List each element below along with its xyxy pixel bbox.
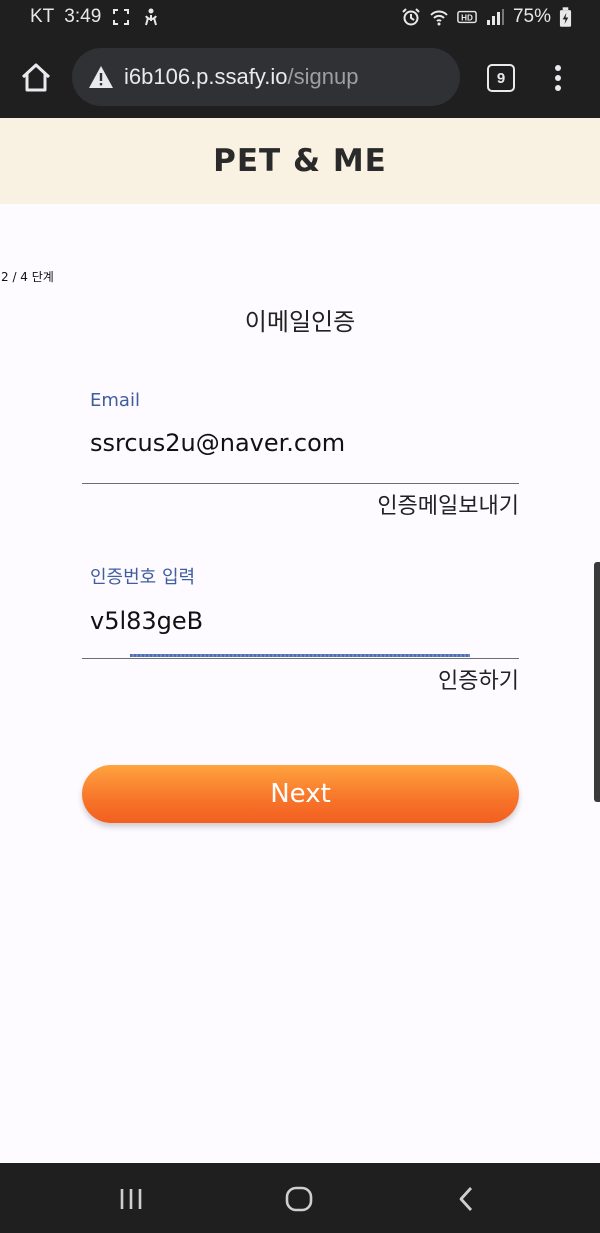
signal-icon bbox=[486, 9, 504, 25]
warning-icon[interactable] bbox=[88, 65, 114, 89]
code-underline bbox=[82, 658, 519, 659]
email-label: Email bbox=[90, 390, 140, 411]
battery-label: 75% bbox=[512, 6, 551, 27]
accessibility-icon bbox=[145, 8, 158, 26]
app-title[interactable]: PET & ME bbox=[213, 143, 387, 179]
next-button[interactable]: Next bbox=[82, 765, 519, 823]
email-field-group: Email 인증메일보내기 bbox=[82, 390, 519, 520]
code-label: 인증번호 입력 bbox=[90, 567, 196, 588]
status-left: KT 3:49 bbox=[30, 6, 161, 28]
status-right: HD 75% bbox=[401, 6, 572, 28]
address-bar[interactable]: i6b106.p.ssafy.io/signup bbox=[72, 48, 460, 106]
browser-toolbar: i6b106.p.ssafy.io/signup 9 bbox=[0, 38, 600, 118]
url-path: /signup bbox=[287, 64, 359, 89]
clock: 3:49 bbox=[64, 6, 102, 27]
email-underline bbox=[82, 483, 519, 484]
svg-text:HD: HD bbox=[461, 14, 473, 23]
verification-code-field[interactable] bbox=[82, 603, 519, 639]
home-circle-icon[interactable] bbox=[281, 1181, 317, 1217]
recents-icon[interactable] bbox=[113, 1181, 149, 1217]
hd-icon: HD bbox=[457, 10, 477, 24]
step-indicator: 2 / 4 단계 bbox=[1, 270, 54, 284]
code-field-group: 인증번호 입력 인증하기 bbox=[82, 563, 519, 695]
verify-button[interactable]: 인증하기 bbox=[438, 663, 519, 695]
wifi-icon bbox=[430, 10, 448, 26]
more-vert-icon[interactable] bbox=[546, 62, 570, 94]
battery-icon bbox=[559, 6, 572, 27]
system-nav-bar bbox=[0, 1163, 600, 1233]
email-field[interactable] bbox=[82, 425, 519, 461]
alarm-icon bbox=[402, 8, 420, 26]
url-text[interactable]: i6b106.p.ssafy.io/signup bbox=[124, 64, 358, 90]
input-focus-underline bbox=[130, 654, 470, 657]
url-host: i6b106.p.ssafy.io bbox=[124, 64, 288, 89]
carrier-label: KT bbox=[30, 6, 55, 27]
back-icon[interactable] bbox=[449, 1181, 485, 1217]
screenshot-icon bbox=[113, 9, 130, 25]
page-title: 이메일인증 bbox=[244, 308, 356, 336]
status-bar: KT 3:49 HD 75% bbox=[0, 0, 600, 38]
send-verification-email-button[interactable]: 인증메일보내기 bbox=[377, 488, 519, 520]
home-icon[interactable] bbox=[18, 60, 54, 96]
web-page: PET & ME 2 / 4 단계 이메일인증 Email 인증메일보내기 인증… bbox=[0, 118, 600, 1163]
scrollbar-thumb[interactable] bbox=[594, 562, 600, 802]
tabs-icon[interactable]: 9 bbox=[487, 64, 515, 92]
app-header: PET & ME bbox=[0, 118, 600, 204]
